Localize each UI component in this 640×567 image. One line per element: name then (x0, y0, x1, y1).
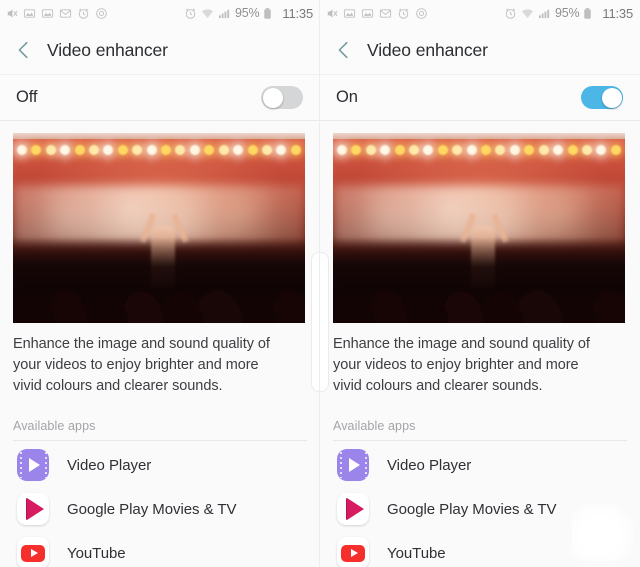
app-bar: Video enhancer (320, 26, 640, 74)
email-icon (379, 7, 392, 20)
available-apps-list: Video Player Google Play Movies & TV You… (333, 441, 627, 567)
feature-description: Enhance the image and sound quality of y… (13, 336, 270, 394)
switch-knob (601, 87, 622, 108)
panel-off: 95% 11:35 Video enhancer Off Enhance the… (0, 0, 320, 567)
list-item[interactable]: Video Player (13, 443, 307, 487)
back-button[interactable] (11, 37, 37, 63)
battery-percent: 95% (235, 6, 260, 20)
status-clock: 11:35 (282, 5, 313, 21)
list-item[interactable]: Google Play Movies & TV (13, 487, 307, 531)
back-chevron-icon (333, 39, 355, 61)
status-bar: 95% 11:35 (320, 0, 640, 26)
battery-percent: 95% (555, 6, 580, 20)
toggle-state-label: On (336, 88, 358, 106)
video-player-icon (336, 448, 370, 482)
battery-icon (263, 7, 276, 20)
youtube-icon (16, 536, 50, 567)
concert-hero-image (13, 133, 305, 323)
video-enhancer-switch[interactable] (261, 86, 303, 109)
email-icon (59, 7, 72, 20)
status-system-icons: 95% 11:35 (184, 6, 313, 21)
list-item[interactable]: YouTube (333, 531, 627, 567)
update-icon (415, 7, 428, 20)
screenshot-icon (361, 7, 374, 20)
update-icon (95, 7, 108, 20)
google-play-movies-icon (16, 492, 50, 526)
app-bar: Video enhancer (0, 26, 320, 74)
alarm-icon (184, 7, 197, 20)
alarm-icon (504, 7, 517, 20)
video-player-icon (16, 448, 50, 482)
panel-content: Enhance the image and sound quality of y… (320, 133, 640, 567)
wifi-icon (521, 7, 534, 20)
status-notification-icons (5, 7, 108, 20)
list-item[interactable]: Video Player (333, 443, 627, 487)
alarm-icon (397, 7, 410, 20)
page-title: Video enhancer (47, 39, 168, 60)
hero-crowd (333, 237, 625, 323)
app-name: YouTube (387, 544, 446, 562)
hero-crowd (13, 237, 305, 323)
list-item[interactable]: Google Play Movies & TV (333, 487, 627, 531)
available-apps-header: Available apps (333, 419, 627, 441)
feature-description: Enhance the image and sound quality of y… (333, 336, 590, 394)
video-enhancer-toggle-row[interactable]: On (320, 74, 640, 121)
app-name: Google Play Movies & TV (67, 500, 237, 518)
status-notification-icons (325, 7, 428, 20)
available-apps-list: Video Player Google Play Movies & TV You… (13, 441, 307, 567)
battery-icon (583, 7, 596, 20)
status-system-icons: 95% 11:35 (504, 6, 633, 21)
screenshot-icon (41, 7, 54, 20)
alarm-icon (77, 7, 90, 20)
dual-screenshot-comparison: 95% 11:35 Video enhancer Off Enhance the… (0, 0, 640, 567)
panel-on: 95% 11:35 Video enhancer On Enhance the … (320, 0, 640, 567)
app-name: YouTube (67, 544, 126, 562)
mute-icon (325, 7, 338, 20)
screenshot-icon (23, 7, 36, 20)
page-title: Video enhancer (367, 39, 488, 60)
hero-stage-lights (13, 139, 305, 161)
app-name: Video Player (67, 456, 152, 474)
mute-icon (5, 7, 18, 20)
hero-stage-lights (333, 139, 625, 161)
card-edge-left (320, 252, 329, 392)
youtube-icon (336, 536, 370, 567)
status-clock: 11:35 (602, 5, 633, 21)
app-name: Video Player (387, 456, 472, 474)
status-bar: 95% 11:35 (0, 0, 320, 26)
toggle-state-label: Off (16, 88, 38, 106)
list-item[interactable]: YouTube (13, 531, 307, 567)
video-enhancer-toggle-row[interactable]: Off (0, 74, 320, 121)
available-apps-header: Available apps (13, 419, 307, 441)
signal-icon (538, 7, 551, 20)
screenshot-icon (343, 7, 356, 20)
video-enhancer-switch[interactable] (581, 86, 623, 109)
app-name: Google Play Movies & TV (387, 500, 557, 518)
wifi-icon (201, 7, 214, 20)
google-play-movies-icon (336, 492, 370, 526)
concert-hero-image (333, 133, 625, 323)
back-chevron-icon (13, 39, 35, 61)
signal-icon (218, 7, 231, 20)
switch-knob (262, 87, 283, 108)
panel-content: Enhance the image and sound quality of y… (0, 133, 320, 567)
back-button[interactable] (331, 37, 357, 63)
